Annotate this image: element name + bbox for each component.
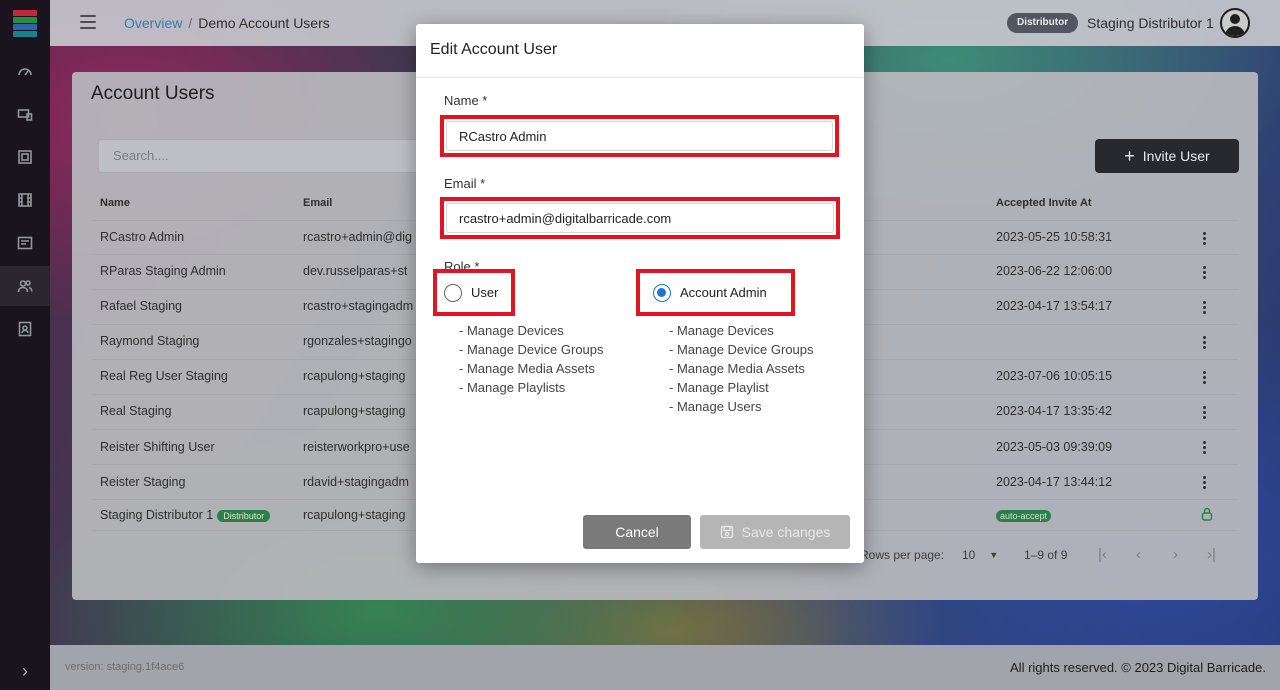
admin-permissions-list: - Manage Devices - Manage Device Groups … <box>669 321 814 416</box>
permission-item: - Manage Users <box>669 399 762 414</box>
permission-item: - Manage Device Groups <box>459 342 604 357</box>
role-user-label[interactable]: User <box>471 285 498 300</box>
email-field[interactable]: rcastro+admin@digitalbarricade.com <box>446 203 834 233</box>
save-icon <box>720 525 733 539</box>
role-admin-label[interactable]: Account Admin <box>680 285 767 300</box>
permission-item: - Manage Devices <box>669 323 774 338</box>
save-changes-button[interactable]: Save changes <box>700 515 850 549</box>
role-user-radio[interactable] <box>444 284 462 302</box>
save-changes-label: Save changes <box>741 524 831 540</box>
user-permissions-list: - Manage Devices - Manage Device Groups … <box>459 321 604 397</box>
permission-item: - Manage Devices <box>459 323 564 338</box>
permission-item: - Manage Playlists <box>459 380 566 395</box>
edit-user-dialog: Edit Account User Name * RCastro Admin E… <box>416 24 864 563</box>
permission-item: - Manage Media Assets <box>459 361 595 376</box>
cancel-button[interactable]: Cancel <box>583 515 691 549</box>
permission-item: - Manage Media Assets <box>669 361 805 376</box>
permission-item: - Manage Playlist <box>669 380 769 395</box>
role-admin-radio[interactable] <box>653 284 671 302</box>
dialog-title: Edit Account User <box>430 41 558 58</box>
name-label: Name * <box>444 93 488 108</box>
divider <box>416 77 864 78</box>
name-field[interactable]: RCastro Admin <box>446 121 833 151</box>
permission-item: - Manage Device Groups <box>669 342 814 357</box>
email-label: Email * <box>444 176 486 191</box>
